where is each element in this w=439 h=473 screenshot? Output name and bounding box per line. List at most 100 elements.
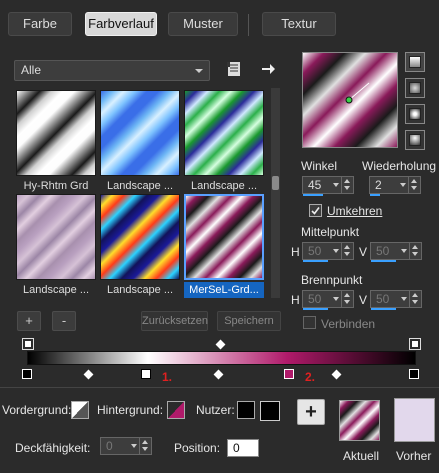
color-midpoint[interactable] bbox=[213, 369, 224, 380]
linear-style-button[interactable] bbox=[405, 52, 425, 72]
dropdown-arrow-icon bbox=[333, 183, 339, 187]
gradient-item[interactable]: Landscape ... bbox=[16, 194, 96, 296]
center-h-input[interactable]: 50 bbox=[302, 242, 354, 262]
dropdown-arrow-icon bbox=[401, 297, 407, 301]
tab-farbverlauf[interactable]: Farbverlauf bbox=[85, 12, 157, 36]
focus-v-input[interactable]: 50 bbox=[370, 290, 422, 310]
reset-button[interactable]: Zurücksetzen bbox=[141, 311, 208, 331]
value-bar bbox=[371, 260, 396, 262]
opacity-stop-right[interactable] bbox=[409, 338, 421, 350]
opacity-midpoint[interactable] bbox=[215, 339, 226, 350]
tab-muster[interactable]: Muster bbox=[168, 12, 238, 36]
color-stop-2[interactable] bbox=[284, 369, 294, 379]
user-swatch-2[interactable] bbox=[260, 401, 280, 421]
spin-arrows[interactable] bbox=[409, 243, 421, 259]
gradient-item[interactable]: Landscape ... bbox=[100, 90, 180, 192]
tab-farbe[interactable]: Farbe bbox=[8, 12, 72, 36]
opacity-input[interactable]: 0 bbox=[100, 437, 152, 455]
spin-arrows[interactable] bbox=[408, 177, 420, 193]
sunburst-style-button[interactable] bbox=[405, 104, 425, 124]
color-midpoint[interactable] bbox=[83, 369, 94, 380]
gradient-label: Hy-Rhtm Grd bbox=[23, 180, 89, 192]
position-label: Position: bbox=[174, 441, 221, 455]
dropdown-arrow-icon bbox=[401, 249, 407, 253]
chevron-down-icon bbox=[195, 69, 203, 73]
foreground-swatch[interactable] bbox=[71, 401, 89, 419]
gradient-grid: Hy-Rhtm Grd Landscape ... Landscape ... … bbox=[14, 88, 270, 298]
invert-checkbox[interactable] bbox=[309, 204, 322, 217]
gradient-item[interactable]: Landscape ... bbox=[184, 90, 264, 192]
focus-v-label: V bbox=[359, 293, 368, 307]
opacity-label: Deckfähigkeit: bbox=[15, 441, 91, 455]
add-gradient-button[interactable]: + bbox=[17, 311, 41, 331]
gradient-list-scrollbar[interactable] bbox=[271, 88, 280, 298]
color-stop-1[interactable] bbox=[141, 369, 151, 379]
focus-h-input[interactable]: 50 bbox=[302, 290, 354, 310]
remove-gradient-button[interactable]: - bbox=[52, 311, 76, 331]
add-to-history-button[interactable]: + bbox=[297, 399, 325, 425]
opacity-stop-left[interactable] bbox=[22, 338, 34, 350]
gradient-preview[interactable] bbox=[302, 52, 398, 148]
gradient-bar[interactable] bbox=[27, 351, 416, 365]
user-swatch-1[interactable] bbox=[237, 401, 255, 419]
value-bar bbox=[371, 308, 396, 310]
arrow-right-icon[interactable] bbox=[260, 61, 276, 77]
spin-arrows[interactable] bbox=[409, 291, 421, 307]
scrollbar-thumb[interactable] bbox=[272, 176, 279, 190]
gradient-thumbnail bbox=[16, 194, 96, 280]
gradient-item[interactable]: Landscape ... bbox=[100, 194, 180, 296]
gradient-thumbnail bbox=[184, 90, 264, 176]
radial-style-button[interactable] bbox=[405, 130, 425, 150]
gradient-label: Landscape ... bbox=[190, 180, 258, 192]
tab-separator bbox=[248, 14, 249, 36]
spin-arrows[interactable] bbox=[341, 291, 353, 307]
center-v-label: V bbox=[359, 245, 368, 259]
repeat-label: Wiederholung bbox=[362, 159, 437, 173]
gradient-item[interactable]: Hy-Rhtm Grd bbox=[16, 90, 96, 192]
value-bar bbox=[303, 308, 328, 310]
save-button[interactable]: Speichern bbox=[217, 311, 281, 331]
gradient-label: MerSeL-Grd... bbox=[184, 282, 264, 298]
checkmark-icon bbox=[311, 207, 320, 215]
color-midpoint[interactable] bbox=[331, 369, 342, 380]
spin-arrows[interactable] bbox=[341, 243, 353, 259]
marker-1-label: 1. bbox=[162, 370, 173, 384]
link-checkbox[interactable] bbox=[303, 316, 316, 329]
spin-arrows[interactable] bbox=[341, 177, 353, 193]
angle-input[interactable]: 45 bbox=[302, 176, 354, 196]
marker-2-label: 2. bbox=[305, 370, 316, 384]
category-dropdown-value: Alle bbox=[21, 63, 42, 77]
gradient-label: Landscape ... bbox=[22, 284, 90, 296]
angle-handle[interactable] bbox=[303, 53, 397, 147]
center-label: Mittelpunkt bbox=[301, 225, 360, 239]
focus-h-label: H bbox=[291, 293, 300, 307]
background-swatch[interactable] bbox=[167, 401, 185, 419]
gradient-thumbnail bbox=[100, 90, 180, 176]
gradient-thumbnail bbox=[184, 194, 264, 280]
color-stop-3[interactable] bbox=[409, 369, 419, 379]
repeat-input[interactable]: 2 bbox=[369, 176, 421, 196]
link-label: Verbinden bbox=[321, 317, 376, 331]
rectangular-style-button[interactable] bbox=[405, 78, 425, 98]
spin-arrows[interactable] bbox=[139, 438, 151, 454]
gradient-thumbnail bbox=[100, 194, 180, 280]
previous-swatch[interactable] bbox=[394, 398, 435, 442]
previous-label: Vorher bbox=[396, 449, 432, 463]
gradient-thumbnail bbox=[16, 90, 96, 176]
value-bar bbox=[370, 194, 380, 196]
gradient-item-selected[interactable]: MerSeL-Grd... bbox=[184, 194, 264, 298]
center-h-label: H bbox=[291, 245, 300, 259]
file-list-icon[interactable] bbox=[226, 61, 242, 77]
category-dropdown[interactable]: Alle bbox=[14, 60, 210, 81]
current-label: Aktuell bbox=[343, 449, 380, 463]
current-gradient-swatch[interactable] bbox=[339, 400, 380, 441]
center-v-input[interactable]: 50 bbox=[370, 242, 422, 262]
color-stop-0[interactable] bbox=[22, 369, 32, 379]
tab-textur[interactable]: Textur bbox=[262, 12, 336, 36]
dropdown-arrow-icon bbox=[333, 297, 339, 301]
value-bar bbox=[303, 260, 328, 262]
angle-label: Winkel bbox=[301, 159, 338, 173]
dropdown-arrow-icon bbox=[400, 183, 406, 187]
background-label: Hintergrund: bbox=[97, 403, 164, 417]
position-input[interactable]: 0 bbox=[227, 439, 259, 457]
